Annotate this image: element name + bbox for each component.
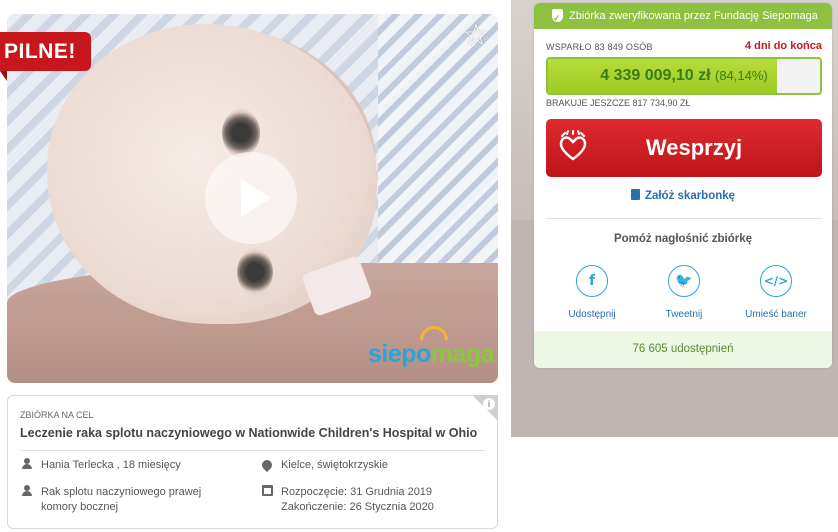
fundraiser-info-card: i ZBIÓRKA NA CEL Leczenie raka splotu na…: [7, 395, 498, 529]
verified-banner: Zbiórka zweryfikowana przez Fundację Sie…: [534, 3, 832, 31]
logo-text-part1: siepo: [368, 340, 431, 368]
amount-raised: 4 339 009,10 zł (84,14%): [548, 59, 820, 93]
diagnosis-icon: [20, 485, 34, 499]
urgent-badge: PILNE!: [0, 32, 91, 81]
play-video-button[interactable]: [205, 152, 297, 244]
share-facebook-label: Udostępnij: [568, 309, 616, 320]
location-info: Kielce, świętokrzyskie: [259, 457, 480, 473]
verified-text: Zbiórka zweryfikowana przez Fundację Sie…: [569, 10, 818, 22]
star-icon[interactable]: ☆: [460, 20, 492, 52]
diagnosis-info: Rak splotu naczyniowego prawej komory bo…: [20, 485, 240, 515]
share-twitter-label: Tweetnij: [665, 309, 703, 320]
deadline: 4 dni do końca: [744, 40, 822, 52]
location-text: Kielce, świętokrzyskie: [281, 459, 388, 471]
amount-percent: (84,14%): [715, 68, 768, 83]
goal-label: ZBIÓRKA NA CEL: [20, 410, 94, 420]
person-icon: [20, 458, 34, 472]
photo-pillow: [378, 14, 498, 274]
facebook-icon: f: [576, 265, 608, 297]
create-piggybank-link[interactable]: Załóż skarbonkę: [534, 189, 832, 202]
support-label: Wesprzyj: [645, 135, 743, 160]
start-date: Rozpoczęcie: 31 Grudnia 2019: [281, 486, 433, 498]
shares-count: 76 605 udostępnień: [534, 331, 832, 368]
info-icon[interactable]: i: [483, 398, 495, 410]
siepomaga-logo: siepomaga: [368, 326, 495, 369]
donation-panel: Zbiórka zweryfikowana przez Fundację Sie…: [534, 3, 832, 368]
shield-icon: [552, 5, 563, 31]
beneficiary-info: Hania Terlecka , 18 miesięcy: [20, 458, 240, 473]
piggy-bank-icon: [630, 189, 640, 200]
amount-value: 4 339 009,10 zł: [600, 67, 711, 84]
dates-info: Rozpoczęcie: 31 Grudnia 2019 Zakończenie…: [260, 485, 490, 515]
media-card: PILNE! ☆ siepomaga: [0, 0, 511, 392]
embed-banner-label: Umieść baner: [745, 309, 807, 320]
code-icon: </>: [760, 265, 792, 297]
end-date: Zakończenie: 26 Stycznia 2020: [281, 501, 434, 513]
photo-eye: [222, 109, 260, 157]
logo-text-part2: maga: [430, 340, 495, 368]
amount-missing: BRAKUJE JESZCZE 817 734,90 ZŁ: [546, 98, 691, 108]
diagnosis-text: Rak splotu naczyniowego prawej komory bo…: [41, 486, 202, 513]
twitter-icon: 🐦: [668, 265, 700, 297]
supporters-count: WSPARŁO 83 849 OSÓB: [546, 42, 653, 52]
heart-hands-icon: [559, 130, 587, 161]
play-icon: [241, 179, 271, 217]
progress-bar: 4 339 009,10 zł (84,14%): [546, 57, 822, 95]
divider: [546, 218, 822, 219]
fundraiser-title: Leczenie raka splotu naczyniowego w Nati…: [20, 426, 478, 440]
divider: [20, 450, 485, 451]
share-twitter-button[interactable]: 🐦 Tweetnij: [644, 265, 724, 320]
photo-eye: [237, 249, 273, 295]
embed-banner-button[interactable]: </> Umieść baner: [736, 265, 816, 320]
piggy-label: Załóż skarbonkę: [644, 190, 736, 202]
beneficiary-name: Hania Terlecka , 18 miesięcy: [41, 459, 181, 471]
share-facebook-button[interactable]: f Udostępnij: [552, 265, 632, 320]
help-share-title: Pomóż nagłośnić zbiórkę: [613, 233, 753, 245]
location-pin-icon: [259, 457, 275, 473]
support-button[interactable]: Wesprzyj: [546, 119, 822, 177]
calendar-icon: [260, 485, 274, 499]
